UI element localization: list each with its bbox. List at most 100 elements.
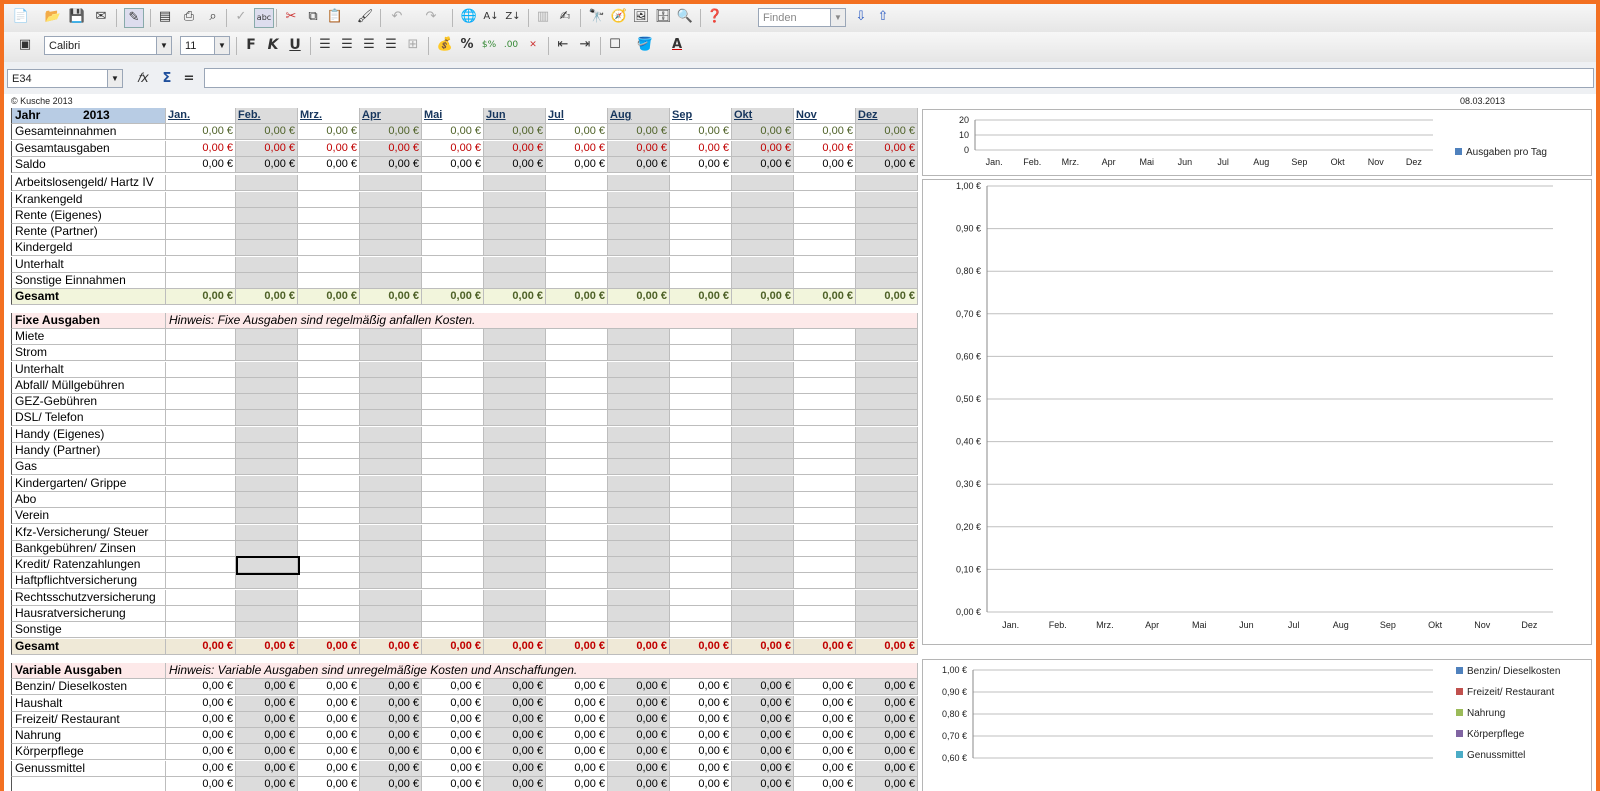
value-cell[interactable] bbox=[856, 606, 918, 622]
value-cell[interactable] bbox=[360, 328, 422, 345]
value-cell[interactable]: 0,00 € bbox=[360, 711, 422, 728]
value-cell[interactable]: 0,00 € bbox=[670, 711, 732, 728]
value-cell[interactable] bbox=[484, 622, 546, 639]
value-cell[interactable] bbox=[298, 573, 360, 590]
value-cell[interactable]: 0,00 € bbox=[546, 140, 608, 157]
value-cell[interactable] bbox=[732, 191, 794, 208]
value-cell[interactable]: 0,00 € bbox=[484, 728, 546, 745]
value-cell[interactable] bbox=[546, 394, 608, 411]
value-cell[interactable] bbox=[546, 328, 608, 345]
background-color-icon[interactable]: 🪣 bbox=[636, 36, 654, 54]
value-cell[interactable]: 0,00 € bbox=[608, 679, 670, 696]
value-cell[interactable] bbox=[794, 426, 856, 443]
value-cell[interactable] bbox=[608, 557, 670, 574]
value-cell[interactable]: 0,00 € bbox=[298, 679, 360, 696]
value-cell[interactable] bbox=[856, 410, 918, 427]
value-cell[interactable] bbox=[546, 557, 608, 574]
value-cell[interactable] bbox=[608, 191, 670, 208]
value-cell[interactable] bbox=[166, 557, 236, 574]
value-cell[interactable] bbox=[732, 361, 794, 378]
value-cell[interactable] bbox=[856, 589, 918, 606]
find-previous-icon[interactable]: ⇧ bbox=[874, 8, 892, 26]
value-cell[interactable]: 0,00 € bbox=[794, 728, 856, 745]
value-cell[interactable]: 0,00 € bbox=[670, 728, 732, 745]
value-cell[interactable] bbox=[166, 191, 236, 208]
value-cell[interactable]: 0,00 € bbox=[166, 760, 236, 777]
value-cell[interactable] bbox=[360, 508, 422, 525]
value-cell[interactable] bbox=[856, 273, 918, 289]
sort-ascending-icon[interactable]: A↓ bbox=[482, 8, 500, 26]
value-cell[interactable]: 0,00 € bbox=[236, 124, 298, 141]
value-cell[interactable] bbox=[484, 256, 546, 273]
gallery-icon[interactable]: 🖼 bbox=[632, 8, 650, 26]
value-cell[interactable] bbox=[422, 475, 484, 492]
decrease-indent-icon[interactable]: ⇤ bbox=[554, 36, 572, 54]
value-cell[interactable] bbox=[608, 224, 670, 241]
value-cell[interactable] bbox=[732, 256, 794, 273]
year-value[interactable]: 2013 bbox=[83, 108, 110, 123]
value-cell[interactable] bbox=[546, 524, 608, 541]
value-cell[interactable]: 0,00 € bbox=[484, 695, 546, 712]
value-cell[interactable]: 0,00 € bbox=[856, 744, 918, 761]
value-cell[interactable]: 0,00 € bbox=[360, 156, 422, 173]
value-cell[interactable] bbox=[166, 622, 236, 639]
paste-icon[interactable]: 📋 bbox=[326, 8, 344, 26]
value-cell[interactable] bbox=[484, 443, 546, 459]
value-cell[interactable] bbox=[546, 573, 608, 590]
underline-button[interactable]: U bbox=[286, 36, 304, 54]
value-cell[interactable] bbox=[732, 224, 794, 241]
new-document-icon[interactable]: 📄 bbox=[12, 8, 30, 26]
value-cell[interactable] bbox=[166, 377, 236, 394]
value-cell[interactable]: 0,00 € bbox=[608, 744, 670, 761]
month-header-0[interactable]: Jan. bbox=[166, 108, 236, 124]
value-cell[interactable]: 0,00 € bbox=[360, 638, 422, 655]
value-cell[interactable]: 0,00 € bbox=[608, 711, 670, 728]
value-cell[interactable]: 0,00 € bbox=[236, 728, 298, 745]
value-cell[interactable] bbox=[794, 540, 856, 557]
value-cell[interactable] bbox=[298, 443, 360, 459]
value-cell[interactable]: 0,00 € bbox=[546, 760, 608, 777]
value-cell[interactable] bbox=[298, 273, 360, 289]
value-cell[interactable] bbox=[236, 475, 298, 492]
value-cell[interactable] bbox=[236, 191, 298, 208]
value-cell[interactable] bbox=[794, 410, 856, 427]
spellcheck-icon[interactable]: ✓ bbox=[232, 8, 250, 26]
value-cell[interactable] bbox=[422, 410, 484, 427]
month-header-8[interactable]: Sep bbox=[670, 108, 732, 124]
value-cell[interactable] bbox=[360, 345, 422, 362]
month-header-11[interactable]: Dez bbox=[856, 108, 918, 124]
value-cell[interactable] bbox=[298, 361, 360, 378]
value-cell[interactable]: 0,00 € bbox=[732, 728, 794, 745]
value-cell[interactable] bbox=[546, 443, 608, 459]
edit-file-icon[interactable]: ✎ bbox=[124, 8, 144, 28]
value-cell[interactable] bbox=[794, 377, 856, 394]
currency-icon[interactable]: 💰 bbox=[436, 36, 454, 54]
value-cell[interactable] bbox=[546, 191, 608, 208]
value-cell[interactable] bbox=[298, 508, 360, 525]
value-cell[interactable] bbox=[422, 491, 484, 508]
value-cell[interactable] bbox=[236, 394, 298, 411]
value-cell[interactable] bbox=[484, 240, 546, 257]
value-cell[interactable] bbox=[546, 256, 608, 273]
value-cell[interactable] bbox=[732, 524, 794, 541]
format-paintbrush-icon[interactable]: 🖌 bbox=[356, 8, 374, 26]
value-cell[interactable]: 0,00 € bbox=[360, 289, 422, 306]
value-cell[interactable] bbox=[546, 508, 608, 525]
value-cell[interactable]: 0,00 € bbox=[608, 289, 670, 306]
value-cell[interactable] bbox=[546, 273, 608, 289]
value-cell[interactable] bbox=[236, 207, 298, 224]
italic-button[interactable]: K bbox=[264, 36, 282, 54]
value-cell[interactable] bbox=[608, 606, 670, 622]
value-cell[interactable] bbox=[670, 524, 732, 541]
value-cell[interactable] bbox=[794, 491, 856, 508]
value-cell[interactable] bbox=[484, 459, 546, 476]
chevron-down-icon[interactable]: ▼ bbox=[107, 70, 122, 87]
value-cell[interactable]: 0,00 € bbox=[166, 156, 236, 173]
value-cell[interactable] bbox=[298, 475, 360, 492]
value-cell[interactable] bbox=[670, 573, 732, 590]
value-cell[interactable] bbox=[732, 394, 794, 411]
value-cell[interactable]: 0,00 € bbox=[856, 711, 918, 728]
value-cell[interactable]: 0,00 € bbox=[670, 679, 732, 696]
value-cell[interactable]: 0,00 € bbox=[732, 679, 794, 696]
value-cell[interactable] bbox=[298, 256, 360, 273]
